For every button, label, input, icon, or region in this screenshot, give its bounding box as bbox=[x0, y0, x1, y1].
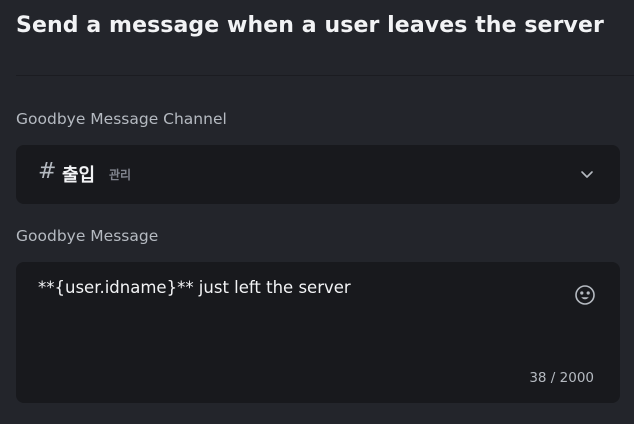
channel-select[interactable]: # 출입 관리 bbox=[16, 145, 620, 204]
page-title: Send a message when a user leaves the se… bbox=[16, 13, 604, 38]
character-count: 38 / 2000 bbox=[529, 370, 594, 386]
selected-channel-category: 관리 bbox=[109, 168, 132, 182]
goodbye-message-textarea[interactable]: **{user.idname}** just left the server 3… bbox=[16, 262, 620, 403]
selected-channel-name: 출입 bbox=[62, 165, 96, 186]
hash-icon: # bbox=[38, 159, 57, 184]
message-text-value[interactable]: **{user.idname}** just left the server bbox=[38, 278, 351, 297]
message-field-label: Goodbye Message bbox=[16, 227, 159, 245]
smiley-icon[interactable] bbox=[574, 284, 596, 306]
chevron-down-icon[interactable] bbox=[580, 167, 594, 181]
divider bbox=[16, 75, 634, 76]
goodbye-message-settings: Send a message when a user leaves the se… bbox=[0, 0, 634, 424]
channel-field-label: Goodbye Message Channel bbox=[16, 110, 227, 128]
